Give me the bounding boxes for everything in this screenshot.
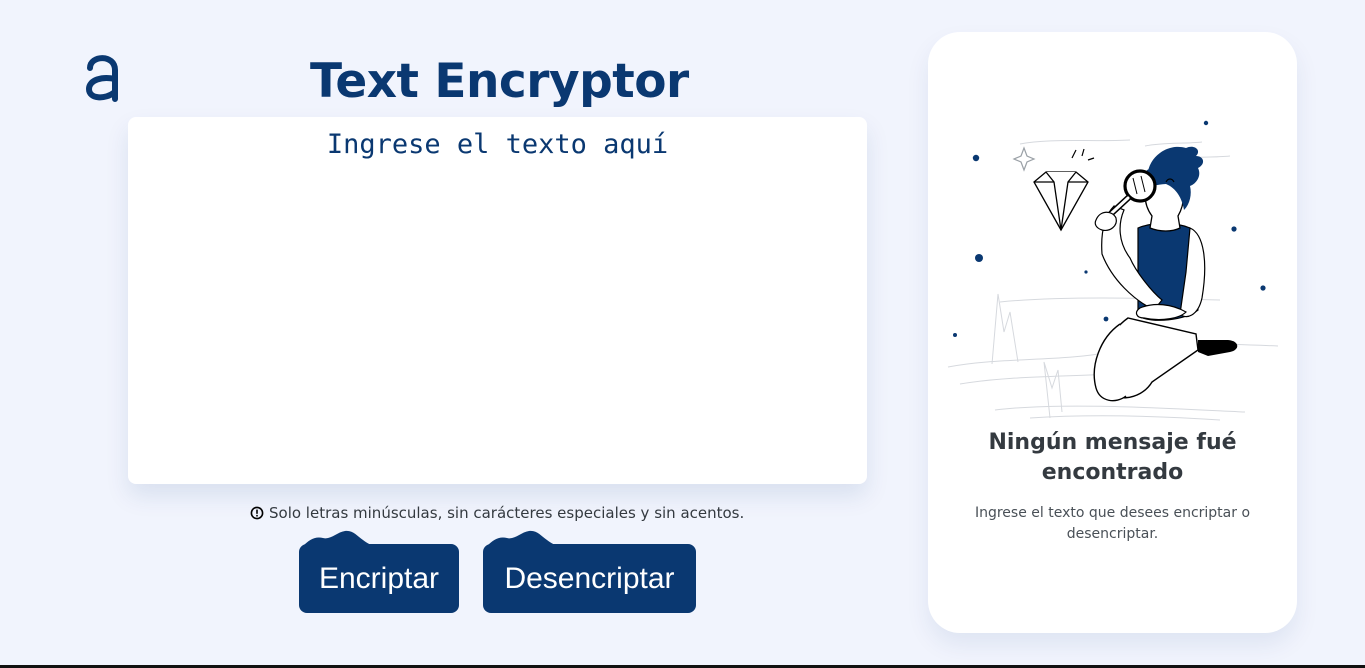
empty-state-title: Ningún mensaje fué encontrado bbox=[988, 430, 1237, 485]
alura-logo-icon bbox=[85, 55, 118, 102]
drip-decoration-icon bbox=[487, 530, 557, 546]
hint-text: Solo letras minúsculas, sin carácteres e… bbox=[269, 504, 745, 522]
person-with-magnifying-glass-illustration bbox=[947, 120, 1279, 421]
decrypt-button[interactable]: Desencriptar bbox=[483, 530, 696, 613]
drip-decoration-icon bbox=[303, 530, 373, 546]
decrypt-button-label: Desencriptar bbox=[504, 561, 675, 595]
empty-state-text: Ingrese el texto que desees encriptar o … bbox=[974, 505, 1251, 542]
text-input[interactable] bbox=[128, 117, 867, 484]
exclamation-circle-icon bbox=[250, 506, 264, 520]
encrypt-button-label: Encriptar bbox=[318, 561, 440, 595]
text-editor-panel bbox=[128, 117, 867, 484]
input-hint: Solo letras minúsculas, sin carácteres e… bbox=[250, 504, 744, 522]
app-title: Text Encryptor bbox=[310, 54, 689, 109]
encrypt-button[interactable]: Encriptar bbox=[299, 530, 459, 613]
result-panel: Ningún mensaje fué encontrado Ingrese el… bbox=[928, 32, 1297, 633]
